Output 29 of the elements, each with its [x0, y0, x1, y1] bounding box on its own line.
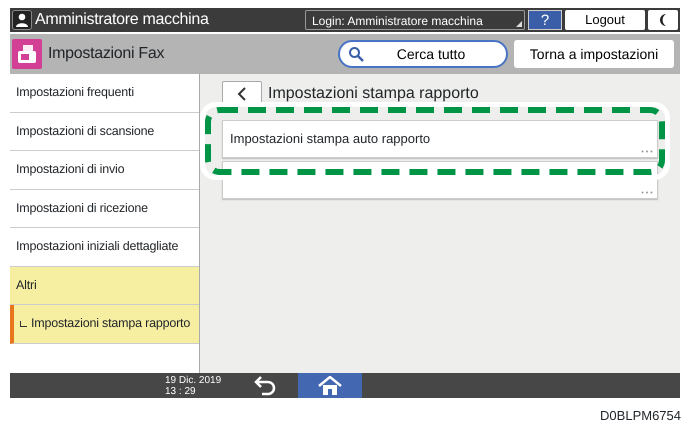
user-name: Amministratore macchina [35, 10, 210, 30]
sidebar-item[interactable]: Impostazioni di scansione [10, 112, 199, 151]
setting-card[interactable]: Impostazioni stampa auto rapporto [222, 120, 658, 158]
date-time: 19 Dic. 2019 13 : 29 [165, 374, 222, 396]
back-to-settings-button[interactable]: Torna a impostazioni [514, 40, 674, 68]
corner-icon [516, 21, 522, 27]
search-button[interactable]: Cerca tutto [338, 40, 508, 68]
help-button[interactable]: ? [528, 10, 562, 30]
section-title: Impostazioni stampa rapporto [268, 84, 479, 104]
page-title: Impostazioni Fax [48, 44, 166, 64]
logout-button[interactable]: Logout [565, 10, 645, 30]
setting-label: Impostazioni stampa auto rapporto [230, 130, 430, 148]
login-field[interactable]: Login: Amministratore macchina [305, 10, 525, 30]
sidebar-subitem-label: Impostazioni stampa rapporto [31, 315, 190, 332]
moon-icon [658, 13, 668, 27]
fax-icon [12, 39, 42, 69]
sidebar-item[interactable]: Impostazioni di ricezione [10, 190, 199, 228]
night-mode-button[interactable] [648, 10, 678, 30]
more-icon [641, 191, 653, 194]
more-icon [641, 150, 653, 153]
chevron-icon [237, 87, 247, 101]
branch-icon [20, 320, 27, 327]
search-icon [348, 46, 364, 62]
home-icon [317, 376, 343, 396]
sidebar-item[interactable]: Altri [10, 266, 199, 305]
home-button[interactable] [298, 373, 362, 398]
figure-code: D0BLPM6754 [600, 407, 681, 425]
user-icon [12, 10, 32, 30]
sidebar-subitem[interactable]: Impostazioni stampa rapporto [10, 305, 199, 344]
